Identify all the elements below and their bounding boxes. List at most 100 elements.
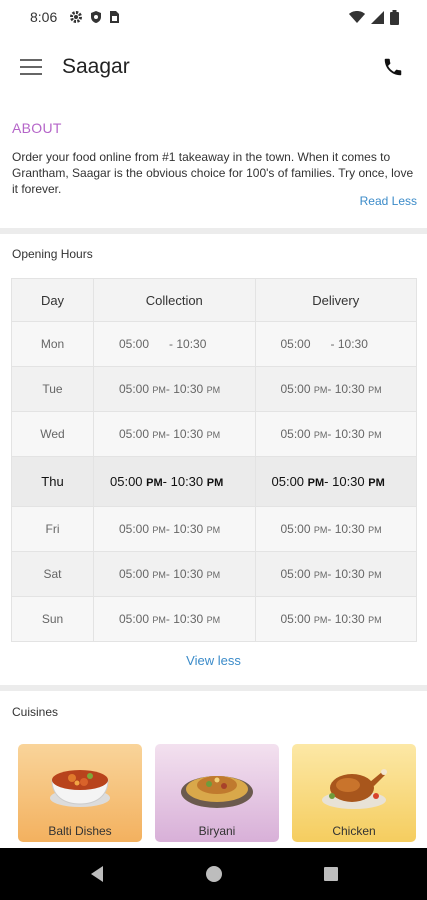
open-time: 05:00 (119, 522, 150, 536)
close-ampm: PM (206, 430, 221, 440)
delivery-time-cell: 05:00 PM- 10:30 PM (254, 551, 417, 597)
recents-icon[interactable] (323, 866, 339, 882)
table-row: Wed 05:00 PM- 10:30 PM 05:00 PM- 10:30 PM (11, 411, 417, 457)
app-bar: Saagar (0, 34, 427, 100)
open-ampm: PM (146, 477, 163, 489)
close-time: - 10:30 (165, 382, 204, 396)
collection-time-cell: 05:00 PM- 10:30 PM (93, 366, 256, 412)
open-ampm: PM (307, 477, 325, 489)
status-icons-right (349, 9, 399, 25)
open-time: 05:00 (119, 337, 150, 351)
cuisine-name: Biryani (198, 824, 236, 838)
open-time: 05:00 (280, 337, 311, 351)
battery-icon (390, 9, 399, 25)
open-ampm: PM (313, 385, 328, 395)
table-row: Fri 05:00 PM- 10:30 PM 05:00 PM- 10:30 PM (11, 506, 417, 552)
open-ampm: PM (152, 570, 166, 580)
section-divider (0, 685, 427, 691)
about-title: ABOUT (12, 120, 62, 136)
open-time: 05:00 (119, 567, 150, 581)
open-time: 05:00 (280, 522, 311, 536)
open-ampm: PM (313, 570, 328, 580)
close-time: - 10:30 (327, 567, 365, 581)
close-time: - 10:30 (327, 382, 365, 396)
table-header-row: Day Collection Delivery (11, 278, 417, 322)
open-ampm: PM (313, 430, 328, 440)
open-time: 05:00 (119, 427, 150, 441)
delivery-time-cell: 05:00 - 10:30 (254, 321, 417, 367)
close-ampm: PM (368, 477, 385, 489)
day-cell: Mon (11, 321, 94, 367)
roast-chicken-icon (322, 769, 387, 809)
open-time: 05:00 (280, 612, 311, 626)
cuisine-card-balti-dishes[interactable]: Balti Dishes (18, 744, 142, 842)
table-row: Mon 05:00 - 10:30 05:00 - 10:30 (11, 321, 417, 367)
collection-time-cell: 05:00 PM- 10:30 PM (93, 456, 256, 507)
about-text: Order your food online from #1 takeaway … (12, 150, 414, 196)
close-ampm: PM (206, 385, 221, 395)
phone-icon (384, 58, 402, 76)
opening-hours-title: Opening Hours (12, 247, 93, 261)
delivery-time-cell: 05:00 PM- 10:30 PM (254, 596, 417, 642)
cuisine-card-biryani[interactable]: Biryani (155, 744, 279, 842)
home-icon[interactable] (205, 865, 223, 883)
status-time: 8:06 (30, 9, 58, 25)
close-time: - 10:30 (327, 522, 365, 536)
settings-gear-icon (70, 11, 83, 23)
day-cell: Sat (11, 551, 94, 597)
open-time: 05:00 (271, 474, 305, 489)
close-ampm: PM (368, 615, 382, 625)
cuisine-card-chicken[interactable]: Chicken (292, 744, 416, 842)
cuisine-name: Chicken (332, 824, 376, 838)
cuisines-title: Cuisines (12, 705, 59, 719)
close-time: - 10:30 (327, 427, 365, 441)
day-cell: Wed (11, 411, 94, 457)
open-time: 05:00 (280, 567, 311, 581)
delivery-time-cell: 05:00 PM- 10:30 PM (254, 456, 417, 507)
table-row: Thu 05:00 PM- 10:30 PM 05:00 PM- 10:30 PM (11, 456, 417, 507)
open-ampm: PM (152, 430, 166, 440)
wifi-icon (349, 10, 365, 23)
menu-icon[interactable] (20, 59, 42, 75)
day-cell: Tue (11, 366, 94, 412)
collection-time-cell: 05:00 PM- 10:30 PM (93, 551, 256, 597)
biryani-plate-icon (181, 776, 253, 808)
open-time: 05:00 (119, 382, 150, 396)
close-time: - 10:30 (327, 612, 365, 626)
open-time: 05:00 (110, 474, 143, 489)
day-cell: Fri (11, 506, 94, 552)
close-time: - 10:30 (165, 612, 204, 626)
call-button[interactable] (379, 53, 407, 81)
close-time: - 10:30 (169, 337, 207, 351)
open-ampm: PM (152, 385, 166, 395)
close-time: - 10:30 (165, 567, 204, 581)
page-title: Saagar (62, 55, 130, 78)
shield-icon (91, 11, 102, 23)
close-ampm: PM (368, 430, 382, 440)
read-less-link[interactable]: Read Less (360, 194, 417, 208)
cuisine-name: Balti Dishes (48, 824, 112, 838)
back-icon[interactable] (89, 865, 105, 883)
system-navigation-bar (0, 848, 427, 900)
opening-hours-table: Day Collection Delivery Mon 05:00 - 10:30… (11, 278, 417, 642)
day-cell: Sun (11, 596, 94, 642)
column-header-delivery: Delivery (254, 278, 417, 322)
collection-time-cell: 05:00 - 10:30 (93, 321, 256, 367)
delivery-time-cell: 05:00 PM- 10:30 PM (254, 411, 417, 457)
delivery-time-cell: 05:00 PM- 10:30 PM (254, 506, 417, 552)
close-ampm: PM (368, 570, 382, 580)
collection-time-cell: 05:00 PM- 10:30 PM (93, 506, 256, 552)
collection-time-cell: 05:00 PM- 10:30 PM (93, 411, 256, 457)
curry-bowl-icon (50, 770, 110, 807)
close-ampm: PM (206, 477, 224, 489)
open-ampm: PM (313, 525, 328, 535)
open-time: 05:00 (280, 382, 311, 396)
column-header-day: Day (11, 278, 94, 322)
view-less-link[interactable]: View less (0, 653, 427, 668)
open-ampm: PM (152, 615, 166, 625)
open-time: 05:00 (280, 427, 311, 441)
signal-icon (371, 10, 384, 24)
close-ampm: PM (368, 385, 382, 395)
close-ampm: PM (206, 570, 221, 580)
about-section: ABOUT Order your food online from #1 tak… (0, 112, 427, 228)
